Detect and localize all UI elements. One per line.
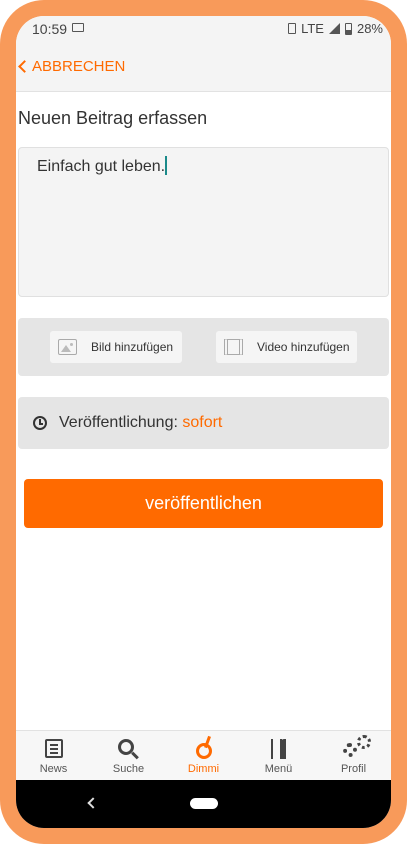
tab-label: Suche (112, 763, 145, 775)
app-screen: 10:59 LTE 28% ABBRECHEN Neuen Beitrag er… (16, 16, 391, 828)
post-text: Einfach gut leben. (37, 158, 166, 175)
chevron-left-icon (18, 60, 31, 73)
publication-label: Veröffentlichung: (59, 414, 178, 431)
add-video-label: Video hinzufügen (257, 340, 350, 354)
dimmi-icon (195, 743, 212, 759)
tab-label: Menü (264, 763, 293, 775)
notification-icon (72, 23, 84, 32)
film-icon (224, 339, 243, 355)
battery-percent: 28% (356, 21, 383, 36)
status-right: LTE 28% (288, 21, 383, 36)
status-time: 10:59 (32, 21, 68, 37)
image-icon (58, 339, 77, 355)
tab-label: News (39, 763, 68, 775)
tab-dimmi[interactable]: Dimmi (166, 731, 241, 780)
clock-icon (33, 416, 47, 430)
publication-value: sofort (182, 414, 223, 431)
signal-icon (328, 23, 340, 34)
search-icon (117, 739, 134, 755)
tab-menu[interactable]: Menü (241, 731, 316, 780)
back-icon[interactable] (87, 797, 99, 809)
page-title: Neuen Beitrag erfassen (18, 108, 208, 128)
add-image-label: Bild hinzufügen (91, 340, 174, 354)
add-video-button[interactable]: Video hinzufügen (216, 331, 357, 363)
battery-icon (344, 22, 352, 35)
status-bar: 10:59 LTE 28% (16, 16, 391, 42)
tab-label: Profil (340, 763, 367, 775)
cancel-label: ABBRECHEN (32, 58, 126, 75)
top-bar: ABBRECHEN (16, 42, 391, 92)
gear-icon (342, 735, 371, 757)
tab-news[interactable]: News (16, 731, 91, 780)
bottom-tab-bar: News Suche Dimmi Menü Profil (16, 730, 391, 780)
vibrate-icon (288, 23, 297, 34)
tab-profil[interactable]: Profil (316, 731, 391, 780)
add-image-button[interactable]: Bild hinzufügen (50, 331, 182, 363)
text-caret (165, 156, 168, 175)
network-type: LTE (301, 21, 324, 36)
cancel-button[interactable]: ABBRECHEN (16, 58, 125, 75)
publication-label-wrap: Veröffentlichung: sofort (59, 414, 222, 432)
media-panel: Bild hinzufügen Video hinzufügen (18, 318, 389, 376)
phone-frame: 10:59 LTE 28% ABBRECHEN Neuen Beitrag er… (0, 0, 407, 844)
system-nav-bar (16, 780, 391, 828)
tab-label: Dimmi (187, 763, 220, 775)
home-pill[interactable] (190, 798, 218, 809)
tab-suche[interactable]: Suche (91, 731, 166, 780)
cutlery-icon (270, 739, 288, 759)
post-text-field[interactable]: Einfach gut leben. (18, 147, 389, 297)
news-icon (44, 739, 63, 758)
publication-time-selector[interactable]: Veröffentlichung: sofort (18, 397, 389, 449)
publish-button[interactable]: veröffentlichen (24, 479, 383, 528)
